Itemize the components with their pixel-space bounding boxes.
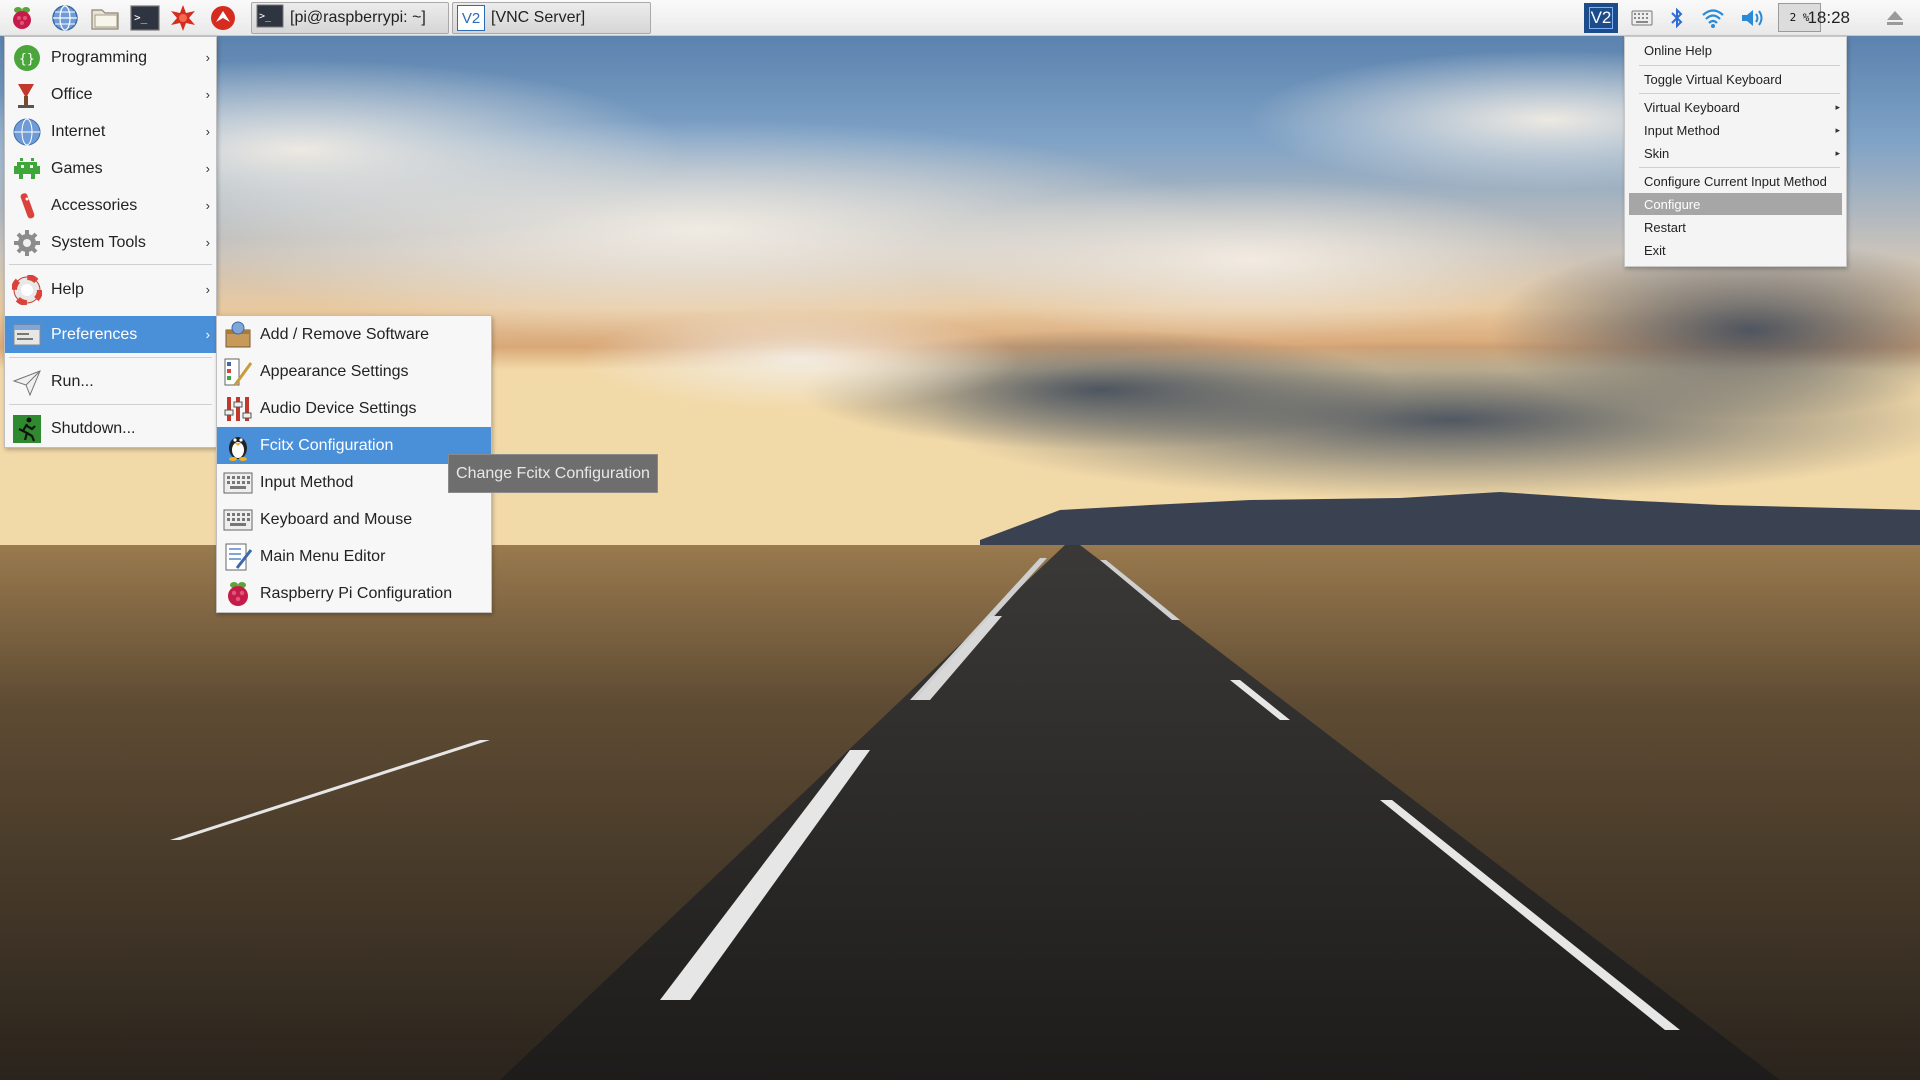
menu-item-preferences[interactable]: Preferences › (5, 316, 216, 353)
keyboard-icon (222, 467, 254, 499)
tooltip-text: Change Fcitx Configuration (456, 464, 650, 482)
top-panel: >_ >_ [pi@raspberrypi: ~] V2 [VNC Server… (0, 0, 1920, 36)
submenu-item-main-menu-editor[interactable]: Main Menu Editor (217, 538, 491, 575)
volume-icon[interactable] (1738, 3, 1768, 33)
penguin-icon (222, 430, 254, 462)
shutdown-icon (9, 411, 45, 447)
preferences-icon (9, 317, 45, 353)
vnc-icon: V2 (457, 5, 485, 31)
menu-separator (1639, 65, 1840, 66)
fcitx-menu-label: Online Help (1644, 42, 1712, 58)
system-tools-icon (9, 225, 45, 261)
raspberry-menu-icon[interactable] (6, 3, 38, 33)
fcitx-menu-virtual-keyboard[interactable]: Virtual Keyboard ▸ (1629, 96, 1842, 118)
clock[interactable]: 18:28 (1807, 8, 1850, 28)
menu-item-games[interactable]: Games › (5, 150, 216, 187)
menu-item-shutdown[interactable]: Shutdown... (5, 410, 216, 447)
menu-item-accessories[interactable]: Accessories › (5, 187, 216, 224)
application-menu: {} Programming › Office › Internet › Gam… (4, 36, 217, 448)
fcitx-menu-label: Exit (1644, 242, 1666, 258)
taskbar-vnc-button[interactable]: V2 [VNC Server] (452, 2, 651, 34)
fcitx-menu-restart[interactable]: Restart (1629, 216, 1842, 238)
mathematica-icon[interactable] (167, 3, 199, 33)
keyboard-icon (222, 504, 254, 536)
office-icon (9, 77, 45, 113)
fcitx-menu-label: Configure (1644, 196, 1701, 212)
games-icon (9, 151, 45, 187)
fcitx-menu-label: Configure Current Input Method (1644, 173, 1827, 189)
submenu-item-audio-device-settings[interactable]: Audio Device Settings (217, 390, 491, 427)
menu-separator (9, 264, 212, 265)
appearance-icon (222, 356, 254, 388)
taskbar-terminal-label: [pi@raspberrypi: ~] (290, 9, 426, 26)
raspberry-icon (222, 578, 254, 610)
eject-icon[interactable] (1880, 3, 1910, 33)
fcitx-menu-toggle-virtual-keyboard[interactable]: Toggle Virtual Keyboard (1629, 68, 1842, 90)
taskbar-terminal-button[interactable]: >_ [pi@raspberrypi: ~] (251, 2, 449, 34)
fcitx-tray-menu: Online Help Toggle Virtual Keyboard Virt… (1624, 36, 1847, 267)
menu-separator (9, 357, 212, 358)
web-browser-icon[interactable] (49, 3, 81, 33)
submenu-item-keyboard-and-mouse[interactable]: Keyboard and Mouse (217, 501, 491, 538)
submenu-item-add-remove-software[interactable]: Add / Remove Software (217, 316, 491, 353)
menu-item-system-tools[interactable]: System Tools › (5, 224, 216, 261)
bluetooth-icon[interactable] (1664, 3, 1690, 33)
submenu-arrow-icon: ▸ (1835, 147, 1840, 158)
menu-separator (1639, 167, 1840, 168)
fcitx-menu-configure-current-input-method[interactable]: Configure Current Input Method (1629, 170, 1842, 192)
audio-mixer-icon (222, 393, 254, 425)
menu-separator (1639, 93, 1840, 94)
menu-item-office[interactable]: Office › (5, 76, 216, 113)
internet-icon (9, 114, 45, 150)
terminal-icon[interactable]: >_ (129, 3, 161, 33)
fcitx-menu-label: Input Method (1644, 122, 1720, 138)
menu-item-programming[interactable]: {} Programming › (5, 39, 216, 76)
fcitx-menu-configure[interactable]: Configure (1629, 193, 1842, 215)
terminal-icon: >_ (256, 4, 284, 33)
svg-text:{}: {} (19, 52, 35, 67)
programming-icon: {} (9, 40, 45, 76)
menu-item-internet[interactable]: Internet › (5, 113, 216, 150)
fcitx-menu-label: Skin (1644, 145, 1670, 161)
submenu-arrow-icon: ▸ (1835, 124, 1840, 135)
vnc-tray-icon[interactable]: V2 (1584, 3, 1618, 33)
tooltip: Change Fcitx Configuration (448, 454, 658, 493)
run-icon (9, 364, 45, 400)
help-icon (9, 272, 45, 308)
fcitx-menu-label: Toggle Virtual Keyboard (1644, 71, 1782, 87)
svg-text:>_: >_ (134, 11, 148, 24)
fcitx-menu-label: Restart (1644, 219, 1686, 235)
submenu-item-raspberry-pi-configuration[interactable]: Raspberry Pi Configuration (217, 575, 491, 612)
fcitx-menu-input-method[interactable]: Input Method ▸ (1629, 119, 1842, 141)
keyboard-icon[interactable] (1628, 3, 1656, 33)
menu-item-run[interactable]: Run... (5, 363, 216, 400)
taskbar-vnc-label: [VNC Server] (491, 9, 586, 26)
package-icon (222, 319, 254, 351)
cpu-usage-value: 2 % (1789, 11, 1810, 24)
menu-separator (9, 404, 212, 405)
submenu-arrow-icon: ▸ (1835, 101, 1840, 112)
fcitx-menu-online-help[interactable]: Online Help (1629, 39, 1842, 61)
fcitx-menu-skin[interactable]: Skin ▸ (1629, 142, 1842, 164)
menu-editor-icon (222, 541, 254, 573)
fcitx-menu-exit[interactable]: Exit (1629, 239, 1842, 261)
wolfram-icon[interactable] (207, 3, 239, 33)
menu-item-help[interactable]: Help › (5, 271, 216, 308)
accessories-icon (9, 188, 45, 224)
fcitx-menu-label: Virtual Keyboard (1644, 99, 1740, 115)
wifi-icon[interactable] (1698, 3, 1728, 33)
svg-text:>_: >_ (259, 11, 272, 22)
submenu-item-appearance-settings[interactable]: Appearance Settings (217, 353, 491, 390)
file-manager-icon[interactable] (89, 3, 121, 33)
